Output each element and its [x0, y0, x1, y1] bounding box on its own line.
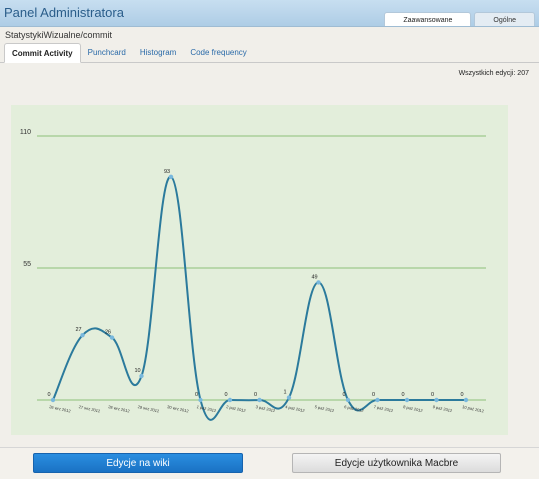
data-label: 0: [254, 392, 257, 398]
breadcrumb: StatystykiWizualne/commit: [5, 30, 113, 40]
header-tabs: Zaawansowane Ogólne: [381, 12, 535, 26]
data-point: [50, 397, 56, 403]
data-point: [198, 397, 203, 403]
data-label: 1: [283, 390, 286, 396]
data-point: [345, 397, 351, 403]
x-tick-label: 4 paź 2012: [285, 404, 306, 413]
y-tick-label: 110: [20, 129, 31, 136]
chart-svg: 55110026 wrz 20122727 wrz 20122628 wrz 2…: [20, 129, 486, 421]
data-point: [109, 335, 115, 340]
data-point: [80, 333, 85, 338]
commit-activity-chart: 55 110 0 26 wrz 2012 27 27 wrz 2012 26 28 wrz 2…: [11, 105, 508, 435]
data-label: 93: [164, 169, 170, 175]
x-tick-label: 7 paź 2012: [373, 404, 394, 413]
x-tick-label: 29 wrz 2012: [137, 404, 160, 414]
footer-bar: Edycje na wiki Edycje użytkownika Macbre: [0, 447, 539, 479]
data-label: 0: [195, 392, 198, 398]
x-tick-label: 2 paź 2012: [226, 404, 247, 413]
data-label: 27: [75, 327, 81, 333]
panel-title: Panel Administratora: [4, 5, 124, 20]
data-point: [168, 174, 174, 179]
tab-commit-activity[interactable]: Commit Activity: [4, 43, 81, 63]
data-point: [404, 397, 410, 403]
x-tick-label: 10 paź 2012: [462, 404, 485, 414]
data-point: [375, 397, 380, 403]
tab-punchcard[interactable]: Punchcard: [81, 43, 133, 63]
data-point: [286, 395, 292, 400]
data-label: 0: [401, 392, 404, 398]
x-tick-label: 3 paź 2012: [255, 404, 276, 413]
data-label: 0: [372, 392, 375, 398]
x-tick-label: 28 wrz 2012: [108, 404, 131, 414]
x-tick-label: 5 paź 2012: [314, 404, 335, 413]
data-label: 0: [431, 392, 434, 398]
data-point: [139, 373, 144, 379]
total-edits: Wszystkich edycji: 207: [458, 70, 529, 77]
data-label: 0: [224, 392, 227, 398]
x-tick-label: 8 paź 2012: [403, 404, 424, 413]
data-point: [257, 397, 262, 403]
x-tick-label: 27 wrz 2012: [78, 404, 101, 414]
data-label: 49: [311, 274, 317, 280]
data-point: [434, 397, 439, 403]
data-label: 26: [105, 330, 111, 336]
data-label: 0: [342, 392, 345, 398]
x-tick-label: 6 paź 2012: [344, 404, 365, 413]
tab-general[interactable]: Ogólne: [474, 12, 535, 26]
y-tick-label: 55: [23, 261, 31, 268]
admin-header: Panel Administratora Zaawansowane Ogólne: [0, 0, 539, 27]
data-label: 0: [47, 392, 50, 398]
tab-advanced[interactable]: Zaawansowane: [384, 12, 472, 26]
chart-tabs: Commit Activity Punchcard Histogram Code…: [0, 43, 539, 63]
series-line: [52, 175, 466, 421]
x-tick-label: 1 paź 2012: [196, 404, 217, 413]
user-edits-button[interactable]: Edycje użytkownika Macbre: [292, 453, 501, 473]
wiki-edits-button[interactable]: Edycje na wiki: [33, 453, 243, 473]
data-point: [227, 397, 233, 403]
x-tick-label: 9 paź 2012: [432, 404, 453, 413]
tab-code-frequency[interactable]: Code frequency: [183, 43, 253, 63]
tab-histogram[interactable]: Histogram: [133, 43, 183, 63]
data-label: 10: [134, 368, 140, 374]
x-tick-label: 26 wrz 2012: [49, 404, 72, 414]
data-label: 0: [460, 392, 463, 398]
data-point: [463, 397, 469, 403]
data-point: [316, 280, 321, 285]
x-tick-label: 30 wrz 2012: [167, 404, 190, 414]
